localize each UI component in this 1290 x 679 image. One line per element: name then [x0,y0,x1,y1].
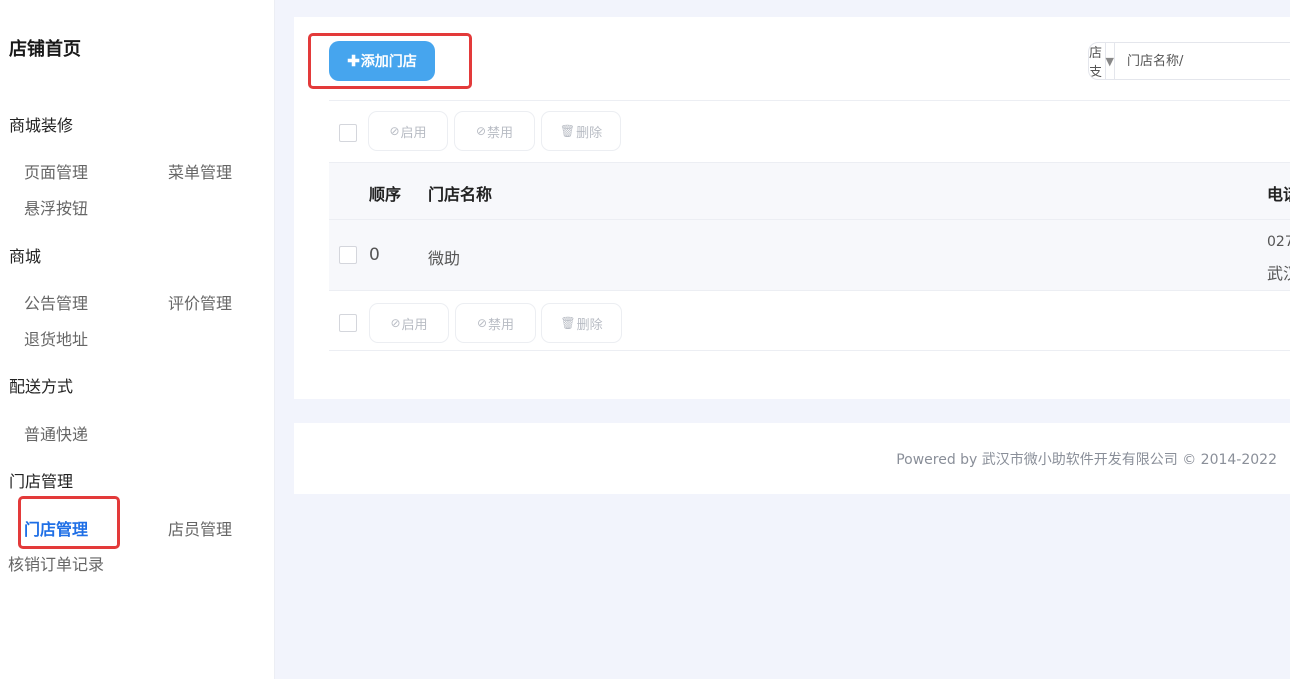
row-store-name: 微助 [428,249,461,268]
table-header: 顺序 门店名称 电话 [329,162,1290,219]
plus-icon: ✚ [347,53,360,70]
filter-label[interactable]: 门店支持 [1089,43,1106,79]
sidebar-group-decoration: 商城装修 [9,116,74,135]
sidebar-item-store-management[interactable]: 门店管理 [24,516,88,540]
sidebar-item-menu-management[interactable]: 菜单管理 [168,159,232,183]
delete-button-bottom[interactable]: 🗑 删除 [541,303,622,343]
footer-card: Powered by 武汉市微小助软件开发有限公司 © 2014-2022 [294,423,1290,494]
row-order: 0 [369,245,380,265]
disable-button-bottom[interactable]: ⊘ 禁用 [455,303,536,343]
disable-label: 禁用 [487,125,514,141]
powered-by-text: Powered by 武汉市微小助软件开发有限公司 © 2014-2022 [896,452,1277,468]
sidebar-title[interactable]: 店铺首页 [9,35,81,61]
delete-label: 删除 [576,125,603,141]
sidebar: 店铺首页 商城装修 页面管理 菜单管理 悬浮按钮 商城 公告管理 评价管理 退货… [0,0,275,679]
store-filter: 门店支持 ▼ [1088,42,1290,80]
check-circle-icon: ⊘ [389,124,400,138]
row-phone: 027 [1267,234,1290,250]
divider [329,350,1290,351]
column-phone: 电话 [1267,185,1290,204]
sidebar-group-delivery: 配送方式 [9,377,74,396]
sidebar-item-staff-management[interactable]: 店员管理 [168,516,232,540]
divider [329,100,1290,101]
sidebar-item-float-button[interactable]: 悬浮按钮 [24,195,88,219]
sidebar-group-mall: 商城 [9,247,42,266]
caret-down-icon[interactable]: ▼ [1106,43,1115,79]
select-all-checkbox[interactable] [339,124,357,142]
select-all-checkbox-bottom[interactable] [339,314,357,332]
trash-icon: 🗑 [559,124,576,138]
delete-button[interactable]: 🗑 删除 [541,111,621,151]
sidebar-item-page-management[interactable]: 页面管理 [24,159,88,183]
check-circle-icon: ⊘ [390,316,401,330]
column-order: 顺序 [369,185,402,204]
enable-button[interactable]: ⊘ 启用 [368,111,448,151]
table-row[interactable]: 0 微助 027 武汉 [329,219,1290,291]
delete-label: 删除 [576,317,603,333]
row-address: 武汉 [1267,264,1290,283]
ban-icon: ⊘ [476,316,488,330]
add-store-button[interactable]: ✚ 添加门店 [329,41,435,81]
disable-button[interactable]: ⊘ 禁用 [454,111,535,151]
ban-icon: ⊘ [475,124,487,138]
row-checkbox[interactable] [339,246,357,264]
column-store-name: 门店名称 [428,185,493,204]
trash-icon: 🗑 [560,316,576,330]
enable-label: 启用 [401,317,428,333]
sidebar-item-express[interactable]: 普通快递 [24,421,88,445]
sidebar-group-store: 门店管理 [9,472,74,491]
enable-button-bottom[interactable]: ⊘ 启用 [369,303,449,343]
sidebar-item-reviews[interactable]: 评价管理 [168,290,232,314]
enable-label: 启用 [400,125,427,141]
store-list-card: ✚添加门店 门店支持 ▼ ⊘启用 ⊘禁用 🗑删除 顺序 门店名称 电话 0 微助… [294,17,1290,399]
disable-label: 禁用 [488,317,515,333]
sidebar-item-verification-orders[interactable]: 核销订单记录 [8,551,104,575]
search-input[interactable] [1115,43,1290,79]
sidebar-item-announcement[interactable]: 公告管理 [24,290,88,314]
sidebar-item-return-address[interactable]: 退货地址 [24,326,88,350]
add-store-label: 添加门店 [360,53,417,69]
